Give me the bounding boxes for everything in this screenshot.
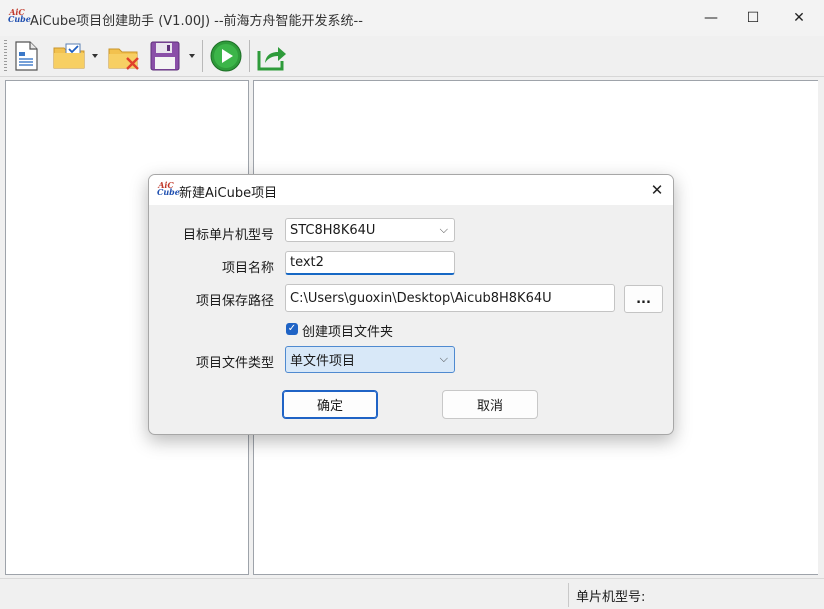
project-name-value: text2 xyxy=(290,255,324,270)
run-button[interactable] xyxy=(208,39,244,73)
chevron-down-icon: ⌵ xyxy=(439,223,448,236)
project-name-label: 项目名称 xyxy=(221,261,274,276)
cancel-button[interactable]: 取消 xyxy=(442,390,538,419)
project-name-input[interactable]: text2 xyxy=(285,251,455,275)
minimize-icon: — xyxy=(704,10,718,26)
dialog-logo-bottom: Cube xyxy=(157,187,180,197)
project-path-label: 项目保存路径 xyxy=(195,294,274,309)
main-window: AiC Cube AiCube项目创建助手 (V1.00J) --前海方舟智能开… xyxy=(0,0,824,609)
window-title: AiCube项目创建助手 (V1.00J) --前海方舟智能开发系统-- xyxy=(30,14,363,29)
toolbar-separator xyxy=(202,40,203,72)
close-button[interactable]: ✕ xyxy=(776,0,822,36)
new-file-button[interactable] xyxy=(10,39,42,73)
app-logo-bottom: Cube xyxy=(8,14,31,24)
new-project-dialog: AiC Cube 新建AiCube项目 ✕ 目标单片机型号 STC8H8K64U… xyxy=(148,174,674,435)
project-path-value: C:\Users\guoxin\Desktop\Aicub8H8K64U xyxy=(290,290,552,306)
open-dropdown-arrow[interactable] xyxy=(92,54,98,58)
status-bar: 单片机型号: xyxy=(0,578,824,609)
toolbar-separator-2 xyxy=(249,40,250,72)
save-dropdown-arrow[interactable] xyxy=(189,54,195,58)
title-bar: AiC Cube AiCube项目创建助手 (V1.00J) --前海方舟智能开… xyxy=(0,0,824,36)
mcu-model-value: STC8H8K64U xyxy=(290,222,376,238)
create-folder-checkbox[interactable]: ✓ xyxy=(286,323,298,335)
new-file-icon xyxy=(15,41,38,71)
dialog-logo: AiC Cube xyxy=(157,181,180,198)
dialog-title-bar: AiC Cube 新建AiCube项目 ✕ xyxy=(149,175,673,205)
save-button[interactable] xyxy=(148,39,182,73)
minimize-button[interactable]: — xyxy=(688,0,734,36)
status-separator xyxy=(568,583,569,607)
project-path-input[interactable]: C:\Users\guoxin\Desktop\Aicub8H8K64U xyxy=(285,284,615,312)
ok-button[interactable]: 确定 xyxy=(282,390,378,419)
maximize-button[interactable]: ☐ xyxy=(730,0,776,36)
open-folder-button[interactable] xyxy=(50,39,88,73)
toolbar-grip[interactable] xyxy=(4,40,7,72)
mcu-model-select[interactable]: STC8H8K64U ⌵ xyxy=(285,218,455,242)
close-icon: ✕ xyxy=(650,181,664,199)
maximize-icon: ☐ xyxy=(746,10,760,26)
export-share-icon xyxy=(257,47,286,71)
toolbar xyxy=(0,36,824,77)
checkmark-icon: ✓ xyxy=(287,323,297,334)
open-folder-icon xyxy=(53,43,85,69)
delete-folder-button[interactable] xyxy=(106,39,142,73)
delete-folder-icon xyxy=(108,48,139,70)
app-logo: AiC Cube xyxy=(8,8,31,25)
project-type-select[interactable]: 单文件项目 ⌵ xyxy=(285,346,455,373)
project-type-label: 项目文件类型 xyxy=(195,356,274,371)
run-play-icon xyxy=(210,40,242,72)
chevron-down-icon: ⌵ xyxy=(439,352,448,365)
mcu-model-label: 目标单片机型号 xyxy=(182,228,274,243)
close-icon: ✕ xyxy=(793,10,805,26)
project-type-value: 单文件项目 xyxy=(290,354,356,369)
browse-button[interactable]: ... xyxy=(624,285,663,313)
create-folder-label: 创建项目文件夹 xyxy=(302,325,394,340)
save-disk-icon xyxy=(150,41,180,71)
dialog-title: 新建AiCube项目 xyxy=(179,186,278,201)
dialog-close-button[interactable]: ✕ xyxy=(645,178,669,202)
mcu-model-status: 单片机型号: xyxy=(576,590,646,605)
export-button[interactable] xyxy=(254,39,290,73)
